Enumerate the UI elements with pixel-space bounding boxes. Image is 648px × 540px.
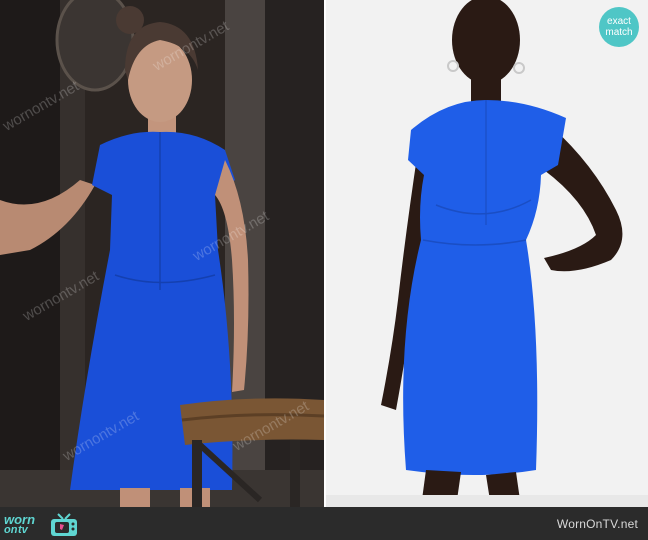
site-name[interactable]: WornOnTV.net bbox=[557, 517, 638, 531]
tv-show-photo bbox=[0, 0, 324, 507]
logo-word-tv: tv bbox=[18, 524, 28, 536]
tv-icon bbox=[51, 513, 77, 536]
badge-line-1: exact bbox=[607, 16, 631, 27]
exact-match-badge: exact match bbox=[599, 7, 639, 47]
product-photo bbox=[326, 0, 648, 507]
footer-bar: worn on tv WornOnTV.net bbox=[0, 507, 648, 540]
logo-word-on: on bbox=[4, 524, 18, 536]
badge-line-2: match bbox=[605, 27, 633, 38]
product-model-scene bbox=[326, 0, 648, 507]
site-logo[interactable]: worn on tv bbox=[4, 512, 84, 538]
tv-show-scene bbox=[0, 0, 324, 507]
